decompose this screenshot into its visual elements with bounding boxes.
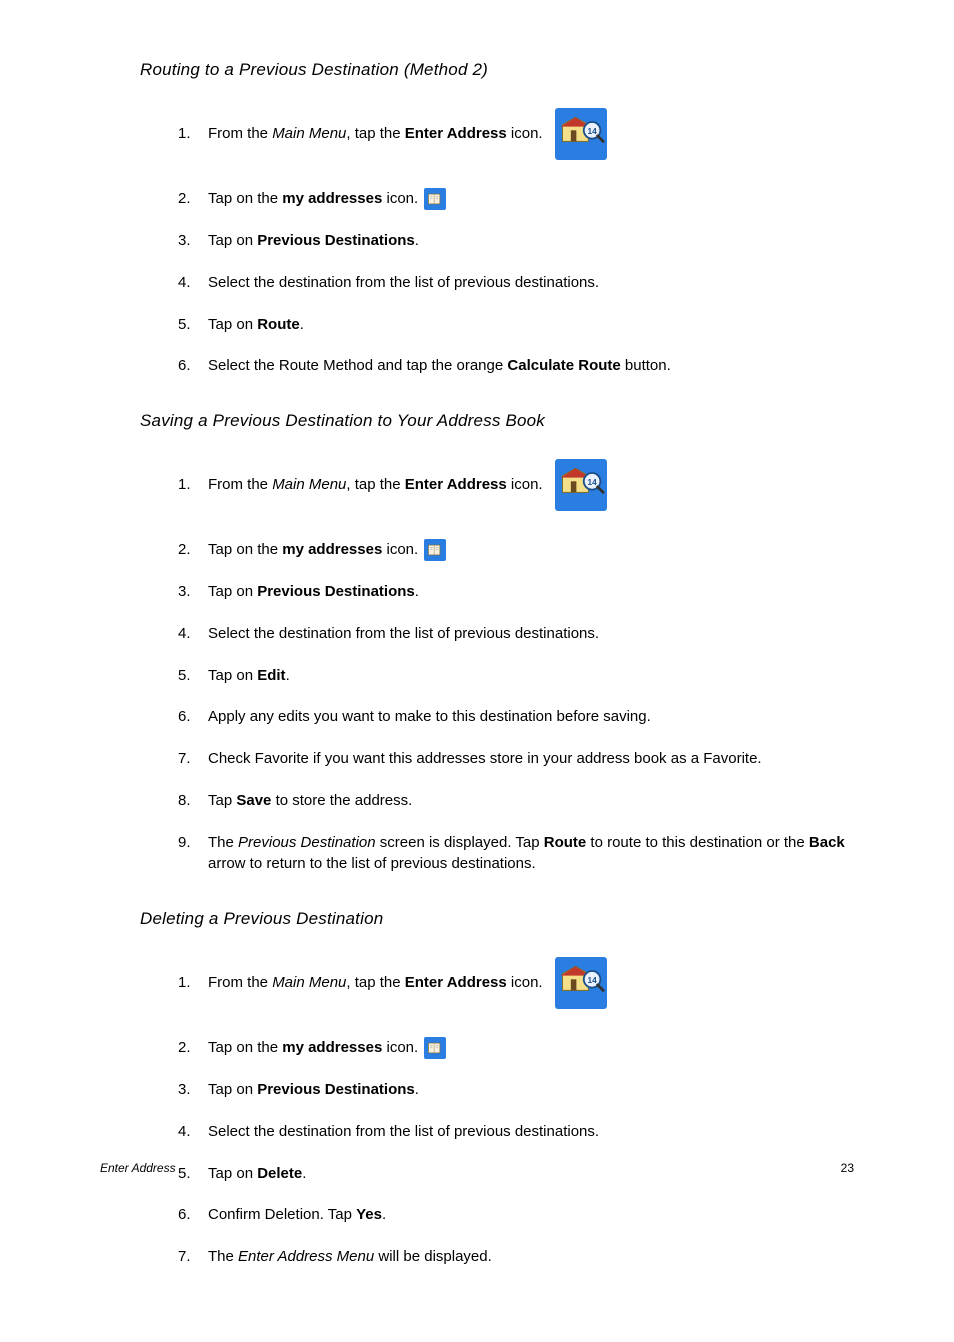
step-text: Tap on Previous Destinations. (208, 1081, 419, 1098)
step-number: 5. (178, 314, 191, 336)
step-number: 6. (178, 1204, 191, 1226)
step-item: 2. Tap on the my addresses icon. (100, 539, 854, 561)
step-number: 7. (178, 1246, 191, 1268)
step-number: 3. (178, 230, 191, 252)
svg-text:14: 14 (587, 975, 597, 985)
step-item: 5. Tap on Edit. (100, 665, 854, 687)
step-list: 1. From the Main Menu, tap the Enter Addr… (100, 459, 854, 875)
step-text: From the Main Menu, tap the Enter Addres… (208, 474, 543, 496)
step-number: 6. (178, 355, 191, 377)
step-item: 2. Tap on the my addresses icon. (100, 1037, 854, 1059)
step-item: 4. Select the destination from the list o… (100, 1121, 854, 1143)
step-text: Tap on Edit. (208, 667, 290, 684)
step-item: 1. From the Main Menu, tap the Enter Addr… (100, 957, 854, 1009)
step-item: 1. From the Main Menu, tap the Enter Addr… (100, 108, 854, 160)
enter-address-icon: 14 (555, 108, 607, 160)
my-addresses-icon (424, 188, 446, 210)
step-text: Tap on the my addresses icon. (208, 541, 418, 558)
page-footer: Enter Address 23 (100, 1161, 854, 1175)
step-item: 7. The Enter Address Menu will be display… (100, 1246, 854, 1268)
step-number: 1. (178, 123, 191, 145)
step-item: 3. Tap on Previous Destinations. (100, 581, 854, 603)
step-number: 9. (178, 832, 191, 854)
step-text: From the Main Menu, tap the Enter Addres… (208, 123, 543, 145)
step-number: 4. (178, 1121, 191, 1143)
section-heading: Saving a Previous Destination to Your Ad… (140, 411, 854, 431)
my-addresses-icon (424, 539, 446, 561)
step-number: 6. (178, 706, 191, 728)
step-list: 1. From the Main Menu, tap the Enter Addr… (100, 108, 854, 377)
section-heading: Routing to a Previous Destination (Metho… (140, 60, 854, 80)
step-number: 3. (178, 581, 191, 603)
step-item: 1. From the Main Menu, tap the Enter Addr… (100, 459, 854, 511)
step-number: 3. (178, 1079, 191, 1101)
step-item: 4. Select the destination from the list o… (100, 623, 854, 645)
step-number: 8. (178, 790, 191, 812)
step-text: Tap on Previous Destinations. (208, 232, 419, 249)
step-number: 4. (178, 623, 191, 645)
svg-text:14: 14 (587, 126, 597, 136)
page-content: Routing to a Previous Destination (Metho… (0, 0, 954, 1342)
svg-text:14: 14 (587, 477, 597, 487)
enter-address-icon: 14 (555, 957, 607, 1009)
step-text: Select the destination from the list of … (208, 1123, 599, 1140)
step-item: 9. The Previous Destination screen is dis… (100, 832, 854, 876)
step-item: 3. Tap on Previous Destinations. (100, 230, 854, 252)
step-item: 7. Check Favorite if you want this addres… (100, 748, 854, 770)
footer-page-number: 23 (841, 1161, 854, 1175)
step-text: Apply any edits you want to make to this… (208, 708, 651, 725)
step-item: 6. Select the Route Method and tap the or… (100, 355, 854, 377)
step-number: 2. (178, 188, 191, 210)
step-text: Tap on the my addresses icon. (208, 190, 418, 207)
step-text: Check Favorite if you want this addresse… (208, 750, 762, 767)
footer-section-name: Enter Address (100, 1161, 176, 1175)
step-text: Select the destination from the list of … (208, 625, 599, 642)
step-text: The Enter Address Menu will be displayed… (208, 1248, 492, 1265)
step-item: 8. Tap Save to store the address. (100, 790, 854, 812)
step-text: From the Main Menu, tap the Enter Addres… (208, 972, 543, 994)
step-item: 4. Select the destination from the list o… (100, 272, 854, 294)
step-number: 1. (178, 474, 191, 496)
step-text: Tap on Route. (208, 316, 304, 333)
step-text: Tap on Previous Destinations. (208, 583, 419, 600)
step-number: 2. (178, 1037, 191, 1059)
step-number: 7. (178, 748, 191, 770)
step-number: 1. (178, 972, 191, 994)
step-number: 2. (178, 539, 191, 561)
step-item: 6. Confirm Deletion. Tap Yes. (100, 1204, 854, 1226)
step-text: Confirm Deletion. Tap Yes. (208, 1206, 386, 1223)
step-number: 5. (178, 665, 191, 687)
step-item: 3. Tap on Previous Destinations. (100, 1079, 854, 1101)
my-addresses-icon (424, 1037, 446, 1059)
step-text: Select the Route Method and tap the oran… (208, 357, 671, 374)
step-text: Tap on the my addresses icon. (208, 1039, 418, 1056)
step-list: 1. From the Main Menu, tap the Enter Addr… (100, 957, 854, 1268)
enter-address-icon: 14 (555, 459, 607, 511)
step-text: The Previous Destination screen is displ… (208, 834, 845, 873)
step-item: 5. Tap on Route. (100, 314, 854, 336)
section-heading: Deleting a Previous Destination (140, 909, 854, 929)
step-text: Select the destination from the list of … (208, 274, 599, 291)
step-number: 4. (178, 272, 191, 294)
step-item: 2. Tap on the my addresses icon. (100, 188, 854, 210)
step-text: Tap Save to store the address. (208, 792, 412, 809)
step-item: 6. Apply any edits you want to make to th… (100, 706, 854, 728)
